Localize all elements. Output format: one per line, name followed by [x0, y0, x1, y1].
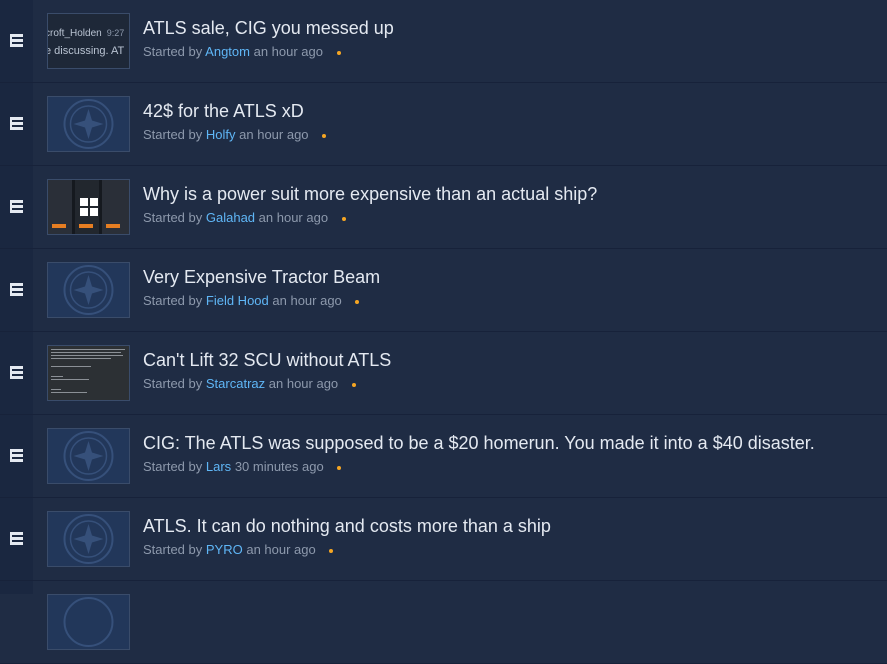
emblem-icon: [48, 263, 129, 317]
thread-thumbnail[interactable]: [47, 511, 130, 567]
thread-meta: Started by Field Hood an hour ago: [143, 293, 360, 309]
started-by-label: Started by: [143, 459, 203, 474]
preview-line: e discussing. AT: [47, 45, 125, 57]
unread-dot: [355, 299, 360, 304]
started-by-label: Started by: [143, 376, 203, 391]
thread-row[interactable]: Why is a power suit more expensive than …: [0, 166, 887, 249]
thread-row[interactable]: CIG: The ATLS was supposed to be a $20 h…: [0, 415, 887, 498]
thread-time: an hour ago: [253, 44, 324, 59]
emblem-icon: [48, 512, 129, 566]
thread-thumbnail[interactable]: croft_Holden 9:27 e discussing. AT: [47, 13, 130, 69]
thread-author[interactable]: Field Hood: [206, 293, 269, 308]
unread-dot: [341, 216, 346, 221]
thread-thumbnail[interactable]: [47, 428, 130, 484]
thread-time: an hour ago: [272, 293, 342, 308]
thread-time: an hour ago: [258, 210, 329, 225]
preview-username: croft_Holden: [47, 28, 102, 39]
thread-row[interactable]: ATLS. It can do nothing and costs more t…: [0, 498, 887, 581]
thread-row[interactable]: croft_Holden 9:27 e discussing. AT ATLS s…: [0, 0, 887, 83]
thread-meta: Started by PYRO an hour ago: [143, 542, 334, 558]
started-by-label: Started by: [143, 293, 203, 308]
unread-dot: [336, 50, 341, 55]
thread-meta: Started by Lars 30 minutes ago: [143, 459, 342, 475]
thread-time: an hour ago: [268, 376, 339, 391]
thread-meta: Started by Angtom an hour ago: [143, 44, 341, 60]
thread-title[interactable]: CIG: The ATLS was supposed to be a $20 h…: [143, 432, 815, 454]
thread-list-icon: [10, 34, 23, 47]
thread-title[interactable]: Why is a power suit more expensive than …: [143, 183, 597, 205]
thread-meta: Started by Starcatraz an hour ago: [143, 376, 356, 392]
thread-thumbnail[interactable]: [47, 594, 130, 650]
thread-list-icon: [10, 366, 23, 379]
thread-title[interactable]: Very Expensive Tractor Beam: [143, 266, 380, 288]
emblem-icon: [48, 595, 129, 649]
thread-list-icon: [10, 117, 23, 130]
thread-title[interactable]: ATLS. It can do nothing and costs more t…: [143, 515, 551, 537]
thread-author[interactable]: Galahad: [206, 210, 255, 225]
thread-list-icon: [10, 532, 23, 545]
unread-dot: [329, 548, 334, 553]
unread-dot: [337, 465, 342, 470]
thread-time: 30 minutes ago: [234, 459, 324, 474]
thread-row[interactable]: Can't Lift 32 SCU without ATLS Started b…: [0, 332, 887, 415]
emblem-icon: [48, 429, 129, 483]
thread-title[interactable]: ATLS sale, CIG you messed up: [143, 17, 394, 39]
thread-row[interactable]: Very Expensive Tractor Beam Started by F…: [0, 249, 887, 332]
thread-title[interactable]: Can't Lift 32 SCU without ATLS: [143, 349, 391, 371]
thread-author[interactable]: Holfy: [206, 127, 236, 142]
unread-dot: [351, 382, 356, 387]
thread-author[interactable]: Angtom: [205, 44, 250, 59]
thread-thumbnail[interactable]: [47, 96, 130, 152]
thread-row-partial[interactable]: [0, 581, 887, 664]
preview-time: 9:27: [106, 28, 125, 38]
thread-row[interactable]: 42$ for the ATLS xD Started by Holfy an …: [0, 83, 887, 166]
thread-list-icon: [10, 449, 23, 462]
thread-list-icon: [10, 283, 23, 296]
started-by-label: Started by: [143, 542, 203, 557]
thread-title[interactable]: 42$ for the ATLS xD: [143, 100, 304, 122]
thread-thumbnail[interactable]: [47, 345, 130, 401]
thread-meta: Started by Galahad an hour ago: [143, 210, 346, 226]
thread-author[interactable]: Starcatraz: [206, 376, 265, 391]
windows-logo-icon: [80, 198, 98, 216]
started-by-label: Started by: [143, 44, 203, 59]
thread-thumbnail[interactable]: [47, 262, 130, 318]
thread-time: an hour ago: [239, 127, 309, 142]
unread-dot: [322, 133, 327, 138]
thread-meta: Started by Holfy an hour ago: [143, 127, 327, 143]
started-by-label: Started by: [143, 127, 203, 142]
started-by-label: Started by: [143, 210, 203, 225]
emblem-icon: [48, 97, 129, 151]
thread-time: an hour ago: [246, 542, 316, 557]
thread-author[interactable]: PYRO: [206, 542, 243, 557]
thread-list-icon: [10, 200, 23, 213]
thread-list: croft_Holden 9:27 e discussing. AT ATLS s…: [0, 0, 887, 664]
thread-author[interactable]: Lars: [206, 459, 231, 474]
thread-thumbnail[interactable]: [47, 179, 130, 235]
document-preview: [48, 346, 129, 400]
